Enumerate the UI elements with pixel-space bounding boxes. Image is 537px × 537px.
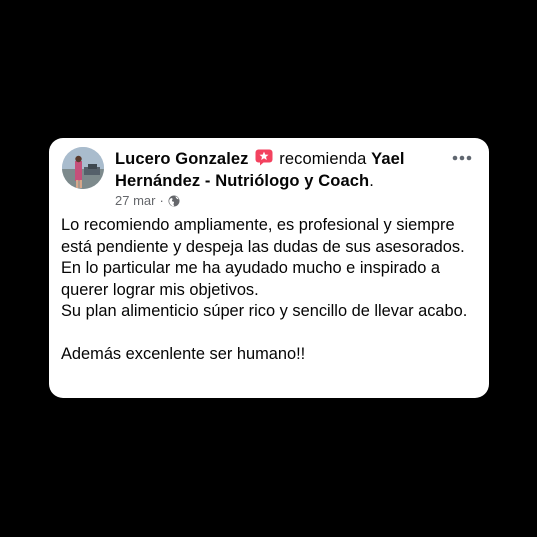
post-meta: 27 mar · [115, 193, 180, 208]
action-verb: recomienda [279, 150, 367, 168]
post-header: Lucero Gonzalez recomienda Yael Hernánde… [115, 148, 435, 192]
post-date[interactable]: 27 mar [115, 193, 155, 208]
globe-icon[interactable] [168, 195, 180, 207]
meta-separator: · [159, 193, 164, 208]
avatar[interactable] [62, 147, 104, 189]
review-text: Lo recomiendo ampliamente, es profesiona… [61, 216, 468, 363]
recommend-star-icon [255, 149, 273, 166]
author-name[interactable]: Lucero Gonzalez [115, 150, 249, 168]
review-card: Lucero Gonzalez recomienda Yael Hernánde… [49, 138, 489, 398]
profile-photo [62, 147, 104, 189]
header-period: . [369, 172, 374, 190]
more-options-icon[interactable] [451, 152, 473, 164]
